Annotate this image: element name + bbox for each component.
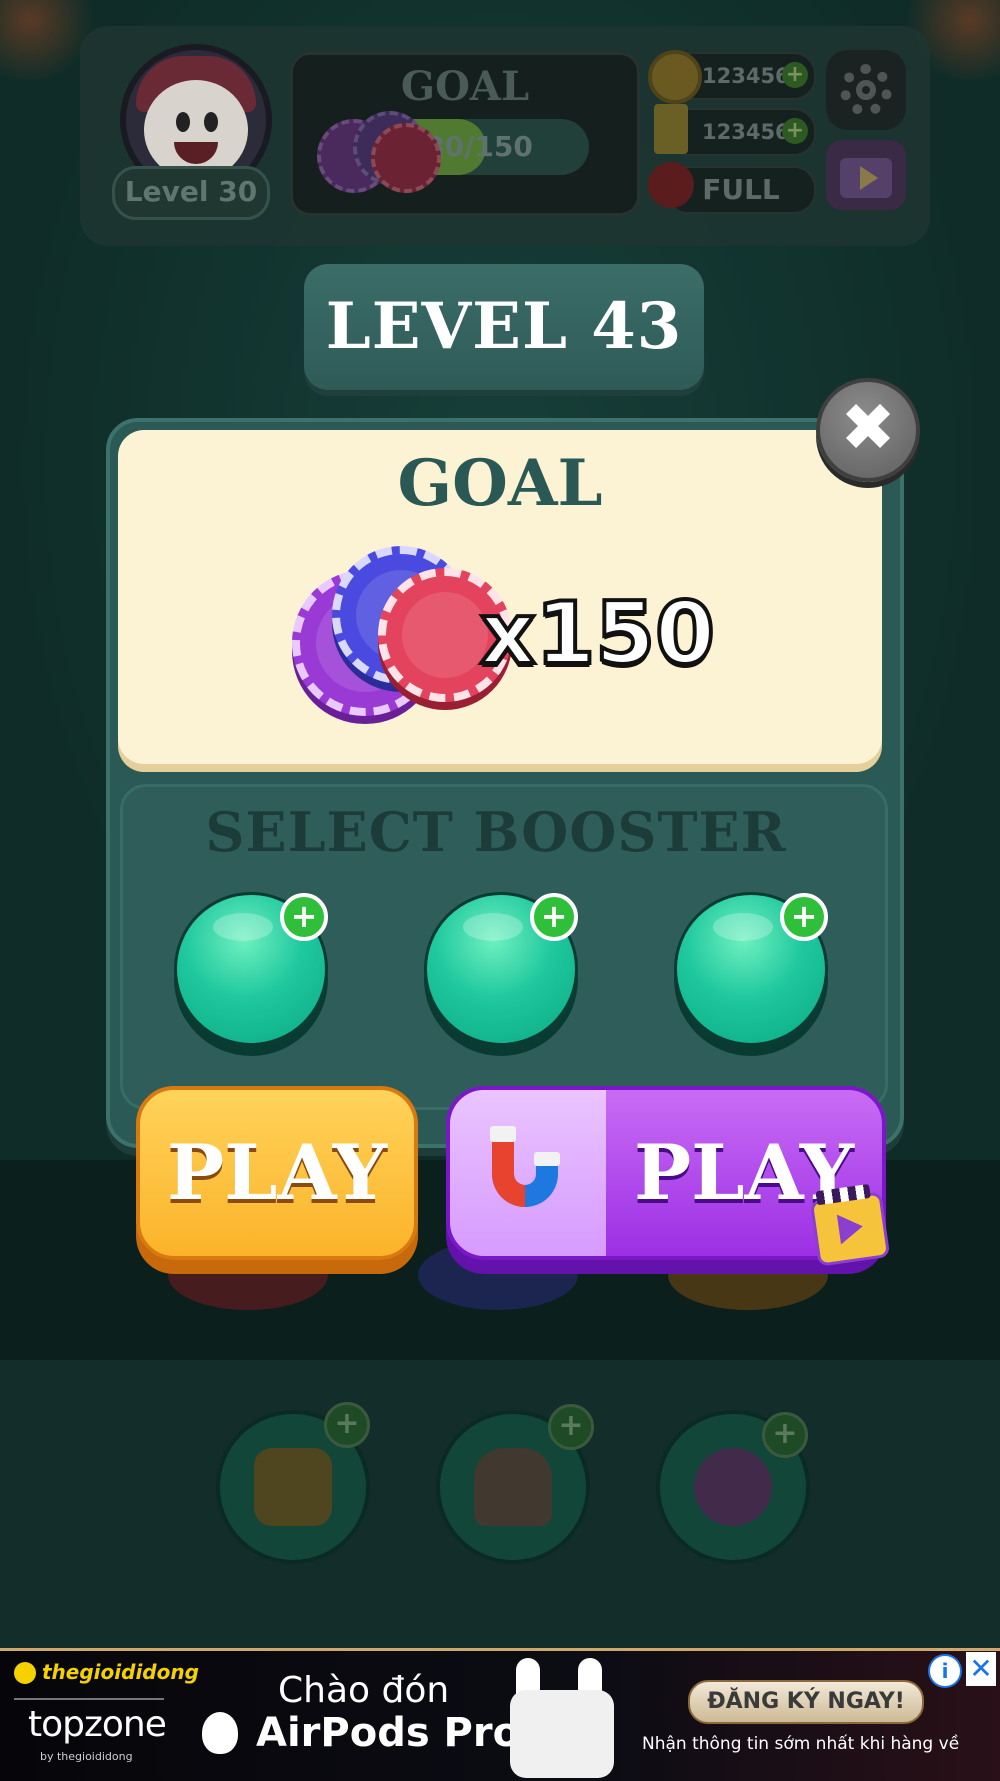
ad-divider (14, 1698, 164, 1700)
video-ad-button[interactable] (826, 140, 906, 210)
ad-cta-button[interactable]: ĐĂNG KÝ NGAY! (688, 1680, 924, 1724)
avatar-eye (204, 112, 218, 132)
play-button-label: PLAY (166, 1128, 388, 1217)
coins-value: 123456 (702, 64, 790, 88)
booster-title: SELECT BOOSTER (205, 800, 787, 864)
tickets-value: 123456 (702, 120, 790, 144)
add-coins-button[interactable]: + (782, 62, 808, 88)
ad-brand-top: thegioididong (42, 1660, 199, 1684)
ad-close-button[interactable]: ✕ (966, 1652, 996, 1686)
swap-arrows-icon (694, 1448, 772, 1526)
add-booster-button[interactable]: + (280, 893, 328, 941)
add-tickets-button[interactable]: + (782, 118, 808, 144)
close-popup-button[interactable]: ✖ (816, 378, 920, 482)
chip-icon (371, 123, 441, 193)
add-swap-button[interactable]: + (762, 1412, 808, 1458)
ad-headline-1: Chào đón (278, 1670, 450, 1711)
video-ad-icon (809, 1183, 891, 1267)
coin-icon (648, 50, 702, 104)
add-hammer-button[interactable]: + (324, 1402, 370, 1448)
goal-title: GOAL (397, 446, 603, 521)
apple-logo-icon (202, 1712, 238, 1754)
ticket-icon (654, 104, 688, 154)
magnet-icon (490, 1126, 560, 1207)
play-button[interactable]: PLAY (136, 1086, 418, 1260)
ad-info-icon[interactable]: i (928, 1654, 962, 1688)
ad-subtext: Nhận thông tin sớm nhất khi hàng về (642, 1734, 960, 1754)
brand-logo-icon (14, 1662, 36, 1684)
settings-button[interactable] (826, 50, 906, 130)
play-triangle-icon (860, 166, 878, 190)
level-title: LEVEL 43 (325, 289, 683, 364)
close-icon: ✖ (840, 389, 896, 466)
goal-amount: x150 (478, 582, 717, 686)
airpods-case-image (510, 1690, 614, 1778)
hud-goal-panel: GOAL 80/150 (290, 52, 640, 216)
add-booster-button[interactable]: + (780, 893, 828, 941)
hand-icon (474, 1448, 552, 1526)
heart-icon (648, 162, 694, 208)
tickets-counter: 123456 + (666, 108, 816, 156)
ad-brand-main: topzone (28, 1704, 167, 1745)
add-hand-button[interactable]: + (548, 1404, 594, 1450)
level-banner: LEVEL 43 (304, 264, 704, 390)
ad-brand-by: by thegioididong (40, 1750, 133, 1763)
add-booster-button[interactable]: + (530, 893, 578, 941)
avatar-face (144, 80, 248, 180)
avatar-eye (176, 112, 190, 132)
gear-center (856, 80, 876, 100)
player-level-badge: Level 30 (112, 166, 270, 220)
hud-goal-title: GOAL (400, 63, 530, 110)
hammer-icon (254, 1448, 332, 1526)
